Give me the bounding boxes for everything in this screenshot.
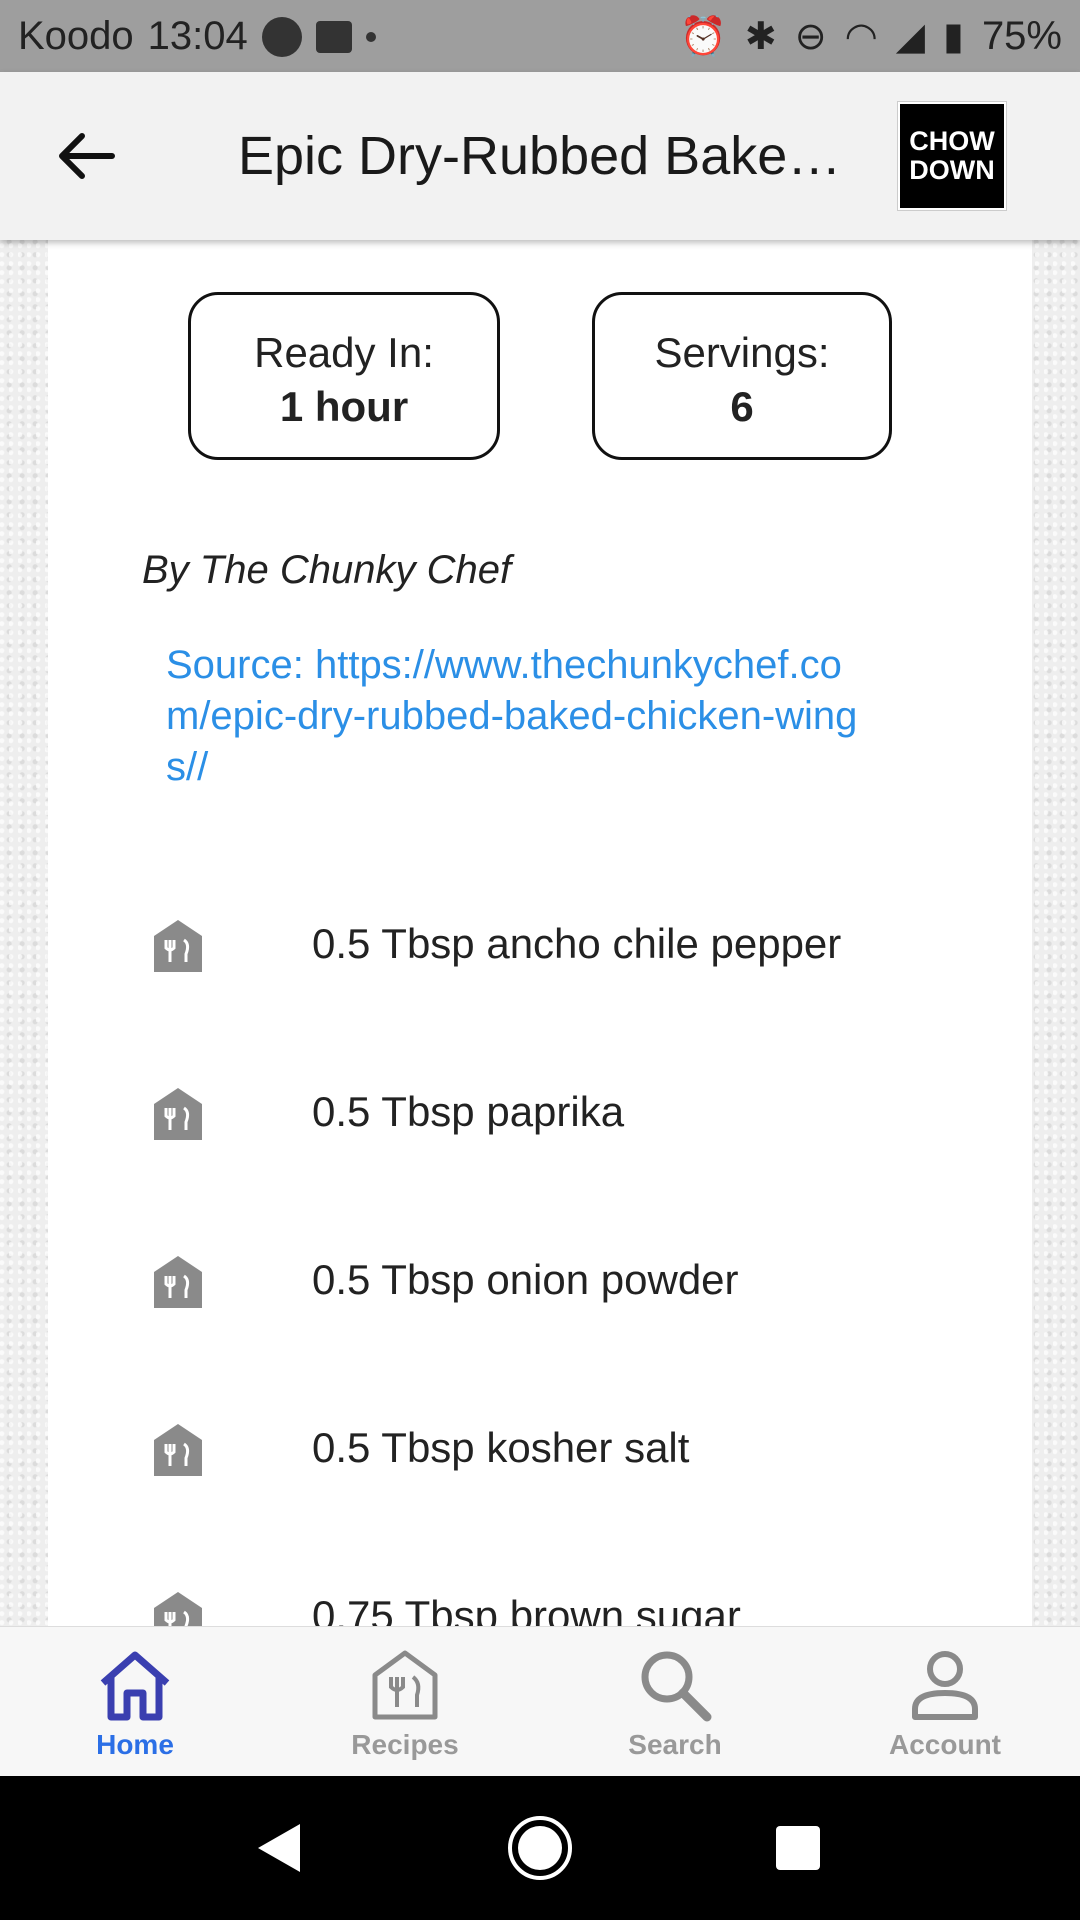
ready-in-value: 1 hour (279, 383, 409, 430)
spotify-icon (261, 16, 302, 57)
carrier-label: Koodo (18, 14, 134, 58)
bluetooth-icon: ✱ (744, 15, 777, 58)
battery-icon: ▮ (943, 15, 964, 58)
nav-search[interactable]: Search (540, 1627, 810, 1777)
nav-recipes[interactable]: Recipes (270, 1627, 540, 1777)
nav-account[interactable]: Account (810, 1627, 1080, 1777)
page-title: Epic Dry-Rubbed Baked Chicken Wings (238, 126, 858, 186)
wifi-icon: ◠ (844, 15, 878, 58)
clock: 13:04 (147, 14, 248, 58)
nav-home-label: Home (96, 1729, 174, 1760)
nav-home[interactable]: Home (0, 1627, 270, 1777)
nav-search-label: Search (628, 1729, 722, 1760)
ingredient-row: 0.5 Tbsp paprika (48, 1074, 1032, 1154)
servings-value: 6 (730, 383, 754, 430)
ingredient-icon (154, 1592, 202, 1626)
ingredient-row: 0.5 Tbsp kosher salt (48, 1410, 1032, 1490)
servings-box: Servings: 6 (592, 292, 892, 460)
status-bar: Koodo 13:04 ⏰ ✱ ⊖ ◠ ◢ ▮ 75% (0, 0, 1080, 72)
ingredient-row: 0.75 Tbsp brown sugar (48, 1578, 1032, 1626)
system-back-icon[interactable] (254, 1822, 304, 1874)
ingredient-icon (154, 1088, 202, 1140)
recipe-author: By The Chunky Chef (142, 548, 512, 592)
ready-in-box: Ready In: 1 hour (188, 292, 500, 460)
ingredient-icon (154, 1424, 202, 1476)
source-link[interactable]: Source: https://www.thechunkychef.com/ep… (166, 640, 866, 793)
search-icon (641, 1651, 712, 1722)
nav-account-label: Account (889, 1729, 1001, 1760)
system-home-icon[interactable] (506, 1814, 574, 1882)
chow-down-logo[interactable]: CHOW DOWN (897, 101, 1007, 211)
ingredient-text: 0.75 Tbsp brown sugar (312, 1592, 741, 1626)
ingredient-text: 0.5 Tbsp kosher salt (312, 1424, 690, 1471)
ingredient-row: 0.5 Tbsp onion powder (48, 1242, 1032, 1322)
ingredient-text: 0.5 Tbsp paprika (312, 1088, 625, 1135)
account-icon (912, 1651, 978, 1720)
ingredient-row: 0.5 Tbsp ancho chile pepper (48, 906, 1032, 986)
home-icon (100, 1651, 170, 1721)
logo-line-2: DOWN (909, 155, 995, 185)
logo-line-1: CHOW (909, 126, 995, 156)
back-button[interactable] (54, 124, 118, 188)
servings-label: Servings: (654, 329, 830, 376)
ingredient-text: 0.5 Tbsp onion powder (312, 1256, 739, 1303)
recipes-icon (372, 1650, 438, 1720)
system-navigation-bar (0, 1776, 1080, 1920)
app-header: Epic Dry-Rubbed Baked Chicken Wings CHOW… (0, 72, 1080, 240)
battery-percent: 75% (981, 14, 1062, 58)
gallery-icon (315, 20, 352, 53)
dnd-icon: ⊖ (794, 15, 827, 58)
bottom-navigation: Home Recipes Search Account (0, 1626, 1080, 1777)
alarm-icon: ⏰ (679, 15, 727, 58)
system-recents-icon[interactable] (774, 1824, 822, 1872)
nav-recipes-label: Recipes (351, 1729, 459, 1760)
arrow-left-icon (59, 133, 115, 179)
notification-dot-icon (365, 31, 376, 42)
ingredient-icon (154, 920, 202, 972)
signal-icon: ◢ (895, 15, 926, 58)
recipe-card: Ready In: 1 hour Servings: 6 By The Chun… (48, 240, 1032, 1626)
ingredient-icon (154, 1256, 202, 1308)
ingredient-text: 0.5 Tbsp ancho chile pepper (312, 920, 842, 967)
ready-in-label: Ready In: (254, 329, 434, 376)
